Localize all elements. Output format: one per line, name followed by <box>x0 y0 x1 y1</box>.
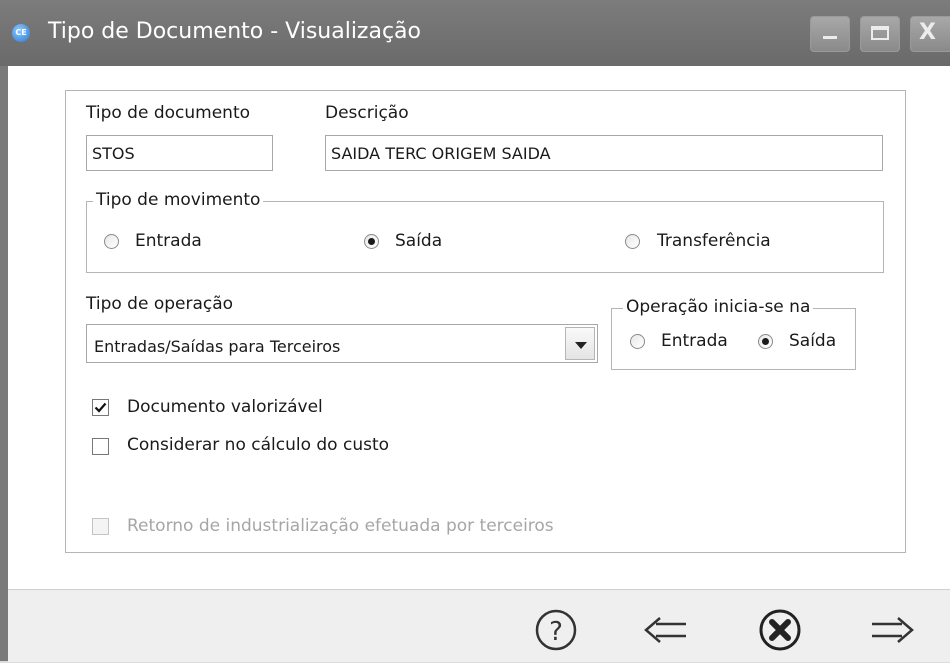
radio-movimento-transferencia-label[interactable]: Transferência <box>657 231 771 251</box>
maximize-button[interactable] <box>860 16 900 52</box>
close-button[interactable]: X <box>910 16 950 52</box>
checkbox-retorno-industrializacao <box>92 518 109 535</box>
checkmark-icon <box>94 402 107 413</box>
tipo-documento-label: Tipo de documento <box>86 103 251 123</box>
cancel-button[interactable] <box>748 598 812 658</box>
help-icon: ? <box>535 609 577 651</box>
descricao-label: Descrição <box>325 103 409 123</box>
checkbox-retorno-industrializacao-label: Retorno de industrialização efetuada por… <box>127 516 554 536</box>
chevron-down-icon[interactable] <box>565 327 595 360</box>
maximize-icon <box>871 26 889 40</box>
document-type-window: CE Tipo de Documento - Visualização X Ti… <box>0 0 950 662</box>
minimize-button[interactable] <box>810 16 850 52</box>
window-border <box>0 66 8 661</box>
back-arrow-icon <box>644 617 686 643</box>
descricao-field[interactable]: SAIDA TERC ORIGEM SAIDA <box>325 135 883 171</box>
checkbox-calculo-custo[interactable] <box>92 438 109 455</box>
radio-movimento-entrada-label[interactable]: Entrada <box>135 231 202 251</box>
checkbox-documento-valorizavel[interactable] <box>92 399 109 416</box>
radio-inicia-entrada[interactable] <box>630 334 645 349</box>
help-button[interactable]: ? <box>524 598 588 658</box>
checkbox-calculo-custo-label[interactable]: Considerar no cálculo do custo <box>127 435 389 455</box>
cancel-icon <box>759 609 801 651</box>
operacao-inicia-legend: Operação inicia-se na <box>623 297 814 317</box>
back-button[interactable] <box>634 598 698 658</box>
close-icon: X <box>919 20 936 45</box>
tipo-operacao-label: Tipo de operação <box>86 294 234 314</box>
checkbox-documento-valorizavel-label[interactable]: Documento valorizável <box>127 397 323 417</box>
tipo-operacao-select[interactable]: Entradas/Saídas para Terceiros <box>86 324 598 363</box>
tipo-movimento-legend: Tipo de movimento <box>93 190 264 210</box>
radio-inicia-saida[interactable] <box>758 334 773 349</box>
radio-movimento-transferencia[interactable] <box>625 234 640 249</box>
tipo-operacao-value: Entradas/Saídas para Terceiros <box>94 337 341 356</box>
radio-inicia-entrada-label[interactable]: Entrada <box>661 331 728 351</box>
app-icon: CE <box>12 24 30 42</box>
radio-movimento-saida[interactable] <box>364 234 379 249</box>
minimize-icon <box>823 36 837 39</box>
radio-movimento-entrada[interactable] <box>104 234 119 249</box>
title-bar[interactable]: CE Tipo de Documento - Visualização X <box>0 0 950 66</box>
forward-button[interactable] <box>860 598 924 658</box>
radio-inicia-saida-label[interactable]: Saída <box>789 331 836 351</box>
svg-text:?: ? <box>549 617 563 647</box>
radio-movimento-saida-label[interactable]: Saída <box>395 231 442 251</box>
tipo-documento-field[interactable]: STOS <box>86 135 273 171</box>
window-title: Tipo de Documento - Visualização <box>48 19 422 44</box>
forward-arrow-icon <box>872 617 914 643</box>
